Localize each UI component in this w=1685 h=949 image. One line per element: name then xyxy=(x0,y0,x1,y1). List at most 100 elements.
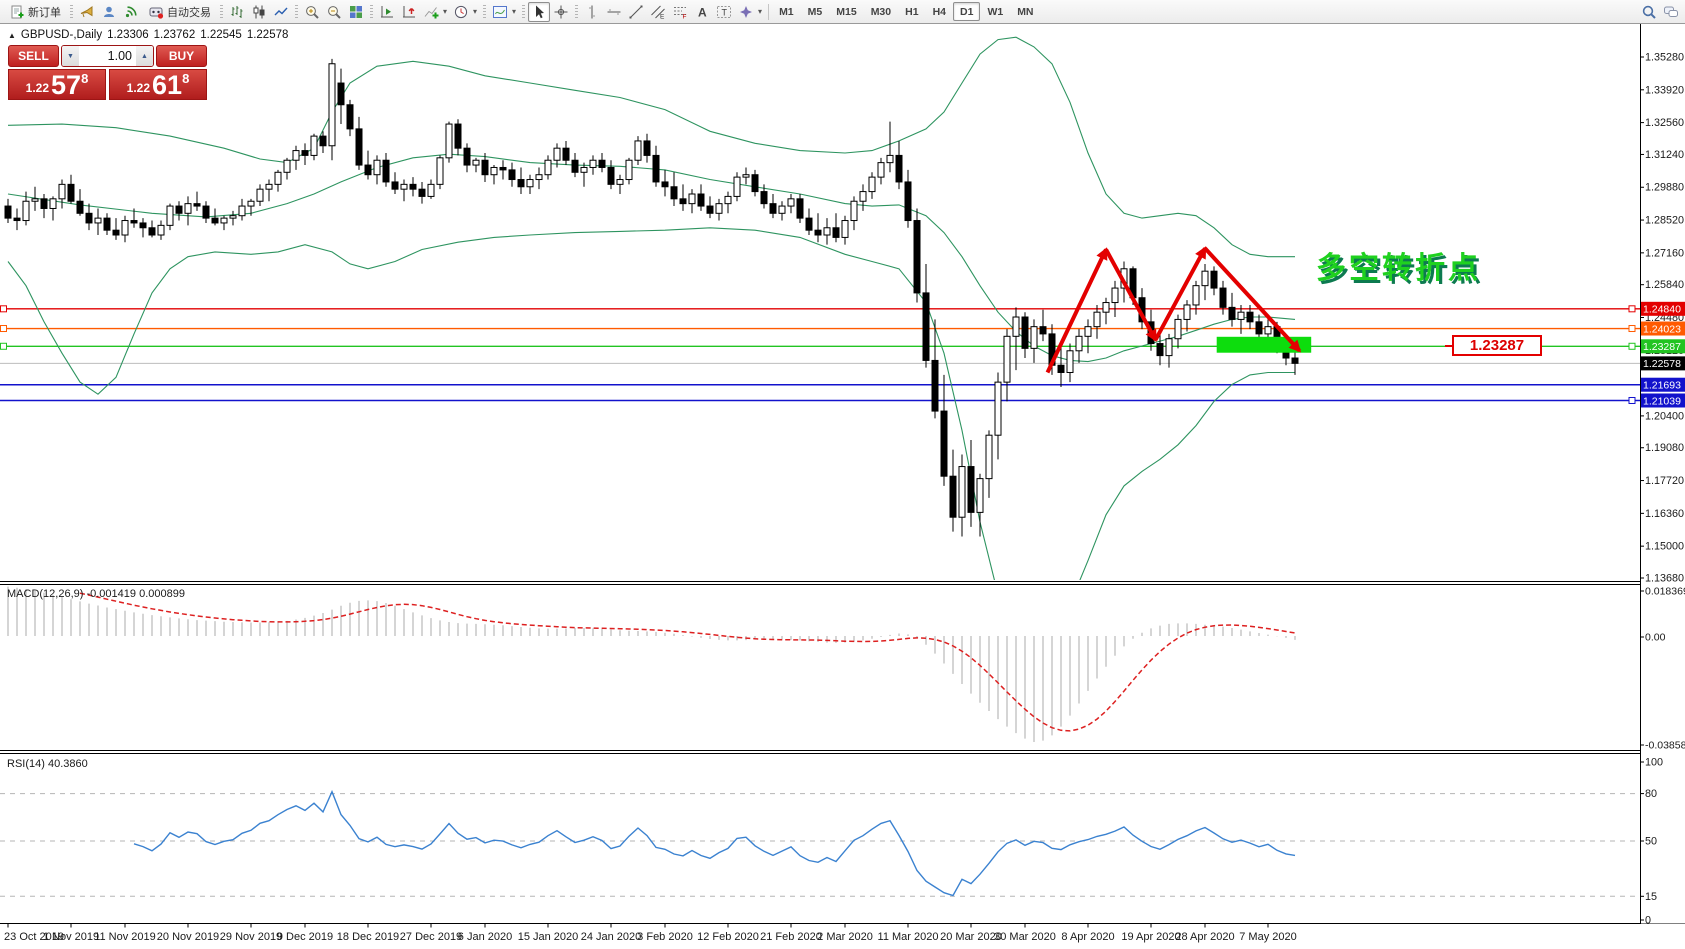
toolbar-fibonacci-button[interactable]: F xyxy=(669,2,691,22)
timeframe-w1-button[interactable]: W1 xyxy=(980,2,1010,21)
ask-price-button[interactable]: 1.22 61 8 xyxy=(109,69,207,100)
line-icon xyxy=(273,4,289,20)
rsi-indicator-label: RSI(14) 40.3860 xyxy=(7,758,88,770)
toolbar-grip xyxy=(295,5,298,19)
toolbar-trendline-button[interactable] xyxy=(625,2,647,22)
autoscroll-icon xyxy=(379,4,395,20)
timeframe-m15-button[interactable]: M15 xyxy=(829,2,863,21)
tile-icon xyxy=(348,4,364,20)
symbol-period-label: GBPUSD-,Daily xyxy=(21,29,102,41)
svg-text:28 Apr 2020: 28 Apr 2020 xyxy=(1175,931,1234,943)
signals-icon xyxy=(123,4,139,20)
horizontal-level-lines[interactable] xyxy=(0,309,1640,401)
toolbar-auto-scroll-button[interactable] xyxy=(376,2,398,22)
svg-text:9 Dec 2019: 9 Dec 2019 xyxy=(277,931,333,943)
zigzag-arrows[interactable] xyxy=(1048,248,1300,372)
toolbar-new-order-button[interactable]: 新订单 xyxy=(3,2,67,22)
toolbar-zoom-in-button[interactable] xyxy=(301,2,323,22)
toolbar-search-button[interactable] xyxy=(1638,2,1660,22)
toolbar-cursor-button[interactable] xyxy=(528,2,550,22)
toolbar-vertical-line-button[interactable] xyxy=(581,2,603,22)
toolbar-line-chart-button[interactable] xyxy=(270,2,292,22)
chevron-down-icon[interactable]: ▾ xyxy=(443,7,447,16)
toolbar-templates-button[interactable]: ▾ xyxy=(489,2,519,22)
svg-text:20 Nov 2019: 20 Nov 2019 xyxy=(157,931,219,943)
buy-button[interactable]: BUY xyxy=(156,45,207,67)
label-icon: T xyxy=(716,4,732,20)
toolbar-market-news-button[interactable] xyxy=(76,2,98,22)
toolbar-candle-chart-button[interactable] xyxy=(248,2,270,22)
svg-text:1.21693: 1.21693 xyxy=(1643,380,1681,392)
svg-text:1.17720: 1.17720 xyxy=(1645,475,1684,487)
svg-text:18 Dec 2019: 18 Dec 2019 xyxy=(337,931,399,943)
svg-text:11 Mar 2020: 11 Mar 2020 xyxy=(878,931,939,943)
line-drag-handles[interactable] xyxy=(1,306,1636,404)
chevron-down-icon[interactable]: ▾ xyxy=(758,7,762,16)
toolbar-grip xyxy=(575,5,578,19)
svg-text:6 Jan 2020: 6 Jan 2020 xyxy=(458,931,512,943)
sell-button[interactable]: SELL xyxy=(8,45,59,67)
toolbar-chat-button[interactable] xyxy=(1660,2,1682,22)
toolbar-equidistant-channel-button[interactable]: E xyxy=(647,2,669,22)
panel-collapse-icon[interactable]: ▲ xyxy=(8,31,16,40)
svg-text:1.21039: 1.21039 xyxy=(1643,395,1681,407)
timeframe-m1-button[interactable]: M1 xyxy=(772,2,801,21)
toolbar-text-label-button[interactable]: T xyxy=(713,2,735,22)
svg-text:E: E xyxy=(660,13,665,20)
toolbar-periods-button[interactable]: ▾ xyxy=(450,2,480,22)
timeframe-h4-button[interactable]: H4 xyxy=(926,2,953,21)
chevron-down-icon[interactable]: ▾ xyxy=(512,7,516,16)
main-price-pane xyxy=(0,37,1640,642)
svg-text:1.20400: 1.20400 xyxy=(1645,410,1684,422)
bars-icon xyxy=(229,4,245,20)
timeframe-m5-button[interactable]: M5 xyxy=(801,2,830,21)
candles-icon xyxy=(251,4,267,20)
svg-text:0: 0 xyxy=(1645,915,1651,927)
chevron-down-icon[interactable]: ▾ xyxy=(473,7,477,16)
price-callout-label[interactable]: 1.23287 xyxy=(1452,335,1542,356)
bid-price-button[interactable]: 1.22 57 8 xyxy=(8,69,106,100)
toolbar-arrows-button[interactable]: ▾ xyxy=(735,2,765,22)
svg-text:1.22578: 1.22578 xyxy=(1643,358,1681,370)
toolbar-horizontal-line-button[interactable] xyxy=(603,2,625,22)
community-icon xyxy=(101,4,117,20)
toolbar-chart-shift-button[interactable] xyxy=(398,2,420,22)
toolbar-crosshair-button[interactable] xyxy=(550,2,572,22)
ask-price-pips: 61 xyxy=(152,72,182,98)
svg-text:1.19080: 1.19080 xyxy=(1645,442,1684,454)
time-axis: 23 Oct 20191 Nov 201911 Nov 201920 Nov 2… xyxy=(4,924,1297,944)
indicators-icon xyxy=(423,4,439,20)
toolbar-zoom-out-button[interactable] xyxy=(323,2,345,22)
chart-canvas[interactable]: 1.352801.339201.325601.312401.298801.285… xyxy=(0,0,1685,949)
timeframe-m30-button[interactable]: M30 xyxy=(864,2,898,21)
toolbar-autotrading-button[interactable]: 自动交易 xyxy=(142,2,217,22)
toolbar-signals-button[interactable] xyxy=(120,2,142,22)
toolbar-bar-chart-button[interactable] xyxy=(226,2,248,22)
svg-text:F: F xyxy=(683,13,687,20)
toolbar-indicators-button[interactable]: ▾ xyxy=(420,2,450,22)
volume-stepper: ▼ ▲ xyxy=(61,45,154,67)
svg-text:1.31240: 1.31240 xyxy=(1645,149,1684,161)
shapes-icon xyxy=(738,4,754,20)
ask-price-point: 8 xyxy=(182,71,189,86)
svg-text:24 Jan 2020: 24 Jan 2020 xyxy=(581,931,642,943)
timeframe-d1-button[interactable]: D1 xyxy=(953,2,980,21)
toolbar-tile-windows-button[interactable] xyxy=(345,2,367,22)
toolbar: 新订单 自动交易 ▾ ▾ ▾ E FAT ▾ M1M5M15M30H1H4D1W1MN xyxy=(0,0,1685,24)
svg-text:19 Apr 2020: 19 Apr 2020 xyxy=(1121,931,1180,943)
timeframe-mn-button[interactable]: MN xyxy=(1010,2,1040,21)
toolbar-community-button[interactable] xyxy=(98,2,120,22)
bollinger-bands xyxy=(8,37,1295,642)
volume-increase-button[interactable]: ▲ xyxy=(136,46,153,66)
mt4-window: 新订单自动交易▾▾▾EFAT▾M1M5M15M30H1H4D1W1MN 1.35… xyxy=(0,0,1685,949)
toolbar-text-button[interactable]: A xyxy=(691,2,713,22)
timeframe-h1-button[interactable]: H1 xyxy=(898,2,925,21)
svg-text:1.16360: 1.16360 xyxy=(1645,508,1684,520)
svg-text:3 Feb 2020: 3 Feb 2020 xyxy=(637,931,693,943)
volume-decrease-button[interactable]: ▼ xyxy=(62,46,79,66)
volume-input[interactable] xyxy=(79,46,136,66)
hline-icon xyxy=(606,4,622,20)
shift-icon xyxy=(401,4,417,20)
chart-text-annotation[interactable]: 多空转折点 xyxy=(1316,243,1481,287)
macd-pane xyxy=(8,587,1295,742)
